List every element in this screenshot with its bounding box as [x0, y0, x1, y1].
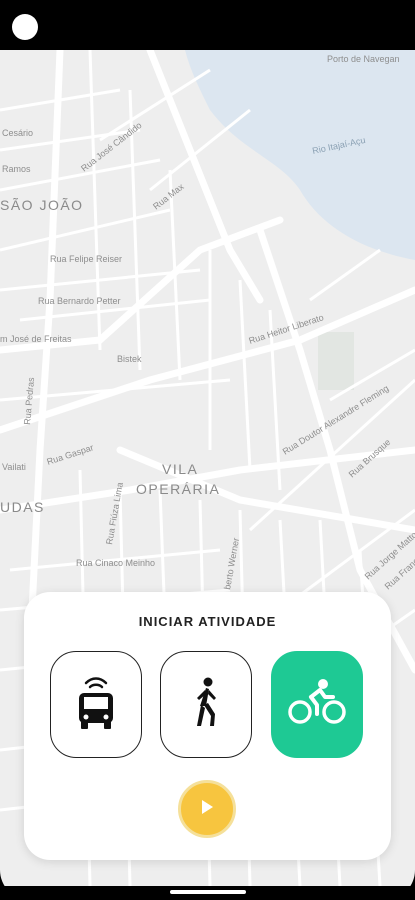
camera-cutout	[12, 14, 38, 40]
street-label: Rua Felipe Reiser	[50, 254, 122, 264]
bus-icon	[74, 673, 118, 736]
walk-mode-button[interactable]	[160, 651, 252, 758]
poi-label: Bistek	[117, 354, 142, 364]
district-label: UDAS	[0, 499, 45, 515]
bicycle-icon	[287, 677, 347, 732]
street-label: Rua Bernardo Petter	[38, 296, 121, 306]
street-label: Vailati	[2, 462, 26, 472]
street-label: Rua Doutor Alexandre Fleming	[281, 383, 391, 457]
play-button[interactable]	[178, 780, 236, 838]
street-label: Porto de Navegan	[327, 54, 400, 64]
district-label: SÃO JOÃO	[0, 197, 84, 213]
status-bar	[0, 0, 415, 50]
street-label: Cesário	[2, 128, 33, 138]
walking-icon	[189, 676, 223, 733]
street-label: Rua Gaspar	[46, 442, 95, 467]
street-label: m José de Freitas	[0, 334, 72, 344]
bus-mode-button[interactable]	[50, 651, 142, 758]
street-label: Ramos	[2, 164, 31, 174]
panel-title: INICIAR ATIVIDADE	[138, 614, 277, 629]
street-label: berto Werner	[222, 537, 241, 590]
district-label: OPERÁRIA	[136, 481, 220, 497]
park-area	[318, 332, 354, 390]
street-label: Rua Cinaco Meinho	[76, 558, 155, 568]
phone-screen: Porto de Navegan Rua José Cândido Cesári…	[0, 0, 415, 900]
bike-mode-button[interactable]	[271, 651, 363, 758]
district-label: VILA	[162, 461, 198, 477]
home-indicator[interactable]	[170, 890, 246, 894]
start-activity-panel: INICIAR ATIVIDADE	[24, 592, 391, 860]
play-icon	[199, 798, 215, 821]
